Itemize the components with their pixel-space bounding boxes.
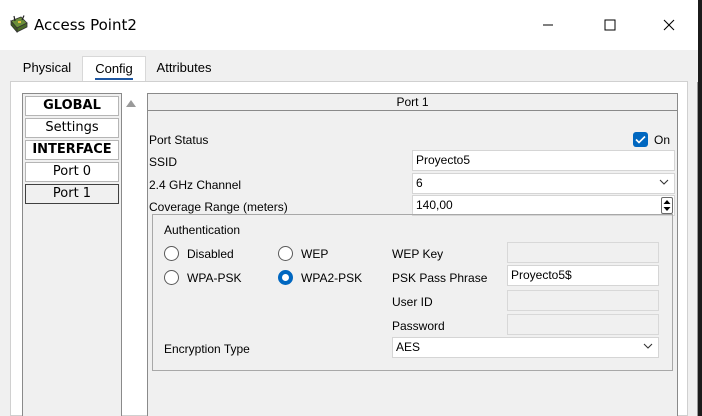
nav-item-settings[interactable]: Settings — [25, 118, 119, 138]
tab-physical-label: Physical — [22, 60, 72, 75]
maximize-button[interactable] — [595, 12, 625, 38]
checkmark-icon — [635, 135, 646, 144]
ssid-label: SSID — [149, 155, 178, 169]
nav-global-header: GLOBAL — [25, 96, 119, 116]
port-title: Port 1 — [148, 94, 677, 111]
user-id-label: User ID — [392, 295, 433, 309]
tab-physical[interactable]: Physical — [14, 56, 80, 82]
coverage-range-label: Coverage Range (meters) — [149, 200, 288, 214]
chevron-down-icon — [643, 343, 653, 349]
user-id-input[interactable] — [507, 290, 659, 311]
arrow-up-icon — [126, 100, 136, 107]
chevron-down-icon — [659, 179, 669, 185]
desktop-background-strip — [698, 0, 702, 416]
encryption-type-value: AES — [396, 340, 421, 354]
nav-scroll-up-arrow[interactable] — [125, 98, 137, 108]
nav-item-port-1[interactable]: Port 1 — [25, 184, 119, 204]
tab-config[interactable]: Config — [82, 56, 146, 82]
nav-item-port-0[interactable]: Port 0 — [25, 162, 119, 182]
radio-wpa-psk-label: WPA-PSK — [187, 271, 242, 285]
nav-interface-header: INTERFACE — [25, 140, 119, 160]
channel-label: 2.4 GHz Channel — [149, 178, 242, 192]
tab-attributes[interactable]: Attributes — [146, 56, 222, 82]
radio-wep-label: WEP — [301, 247, 329, 261]
spinner-control[interactable] — [661, 197, 673, 214]
encryption-type-label: Encryption Type — [164, 342, 250, 356]
minimize-button[interactable] — [533, 12, 563, 38]
authentication-group: Authentication Disabled WEP WPA-PSK WPA2… — [152, 214, 673, 371]
wep-key-label: WEP Key — [392, 247, 444, 261]
wep-key-input[interactable] — [507, 242, 659, 263]
ssid-input[interactable]: Proyecto5 — [412, 150, 675, 171]
radio-disabled-label: Disabled — [187, 247, 234, 261]
close-icon — [663, 19, 675, 31]
encryption-type-select[interactable]: AES — [392, 337, 659, 358]
config-nav: GLOBAL Settings INTERFACE Port 0 Port 1 — [22, 93, 122, 416]
spinner-arrows-icon — [663, 200, 671, 211]
radio-disabled[interactable] — [164, 246, 179, 261]
psk-pass-phrase-input[interactable]: Proyecto5$ — [507, 265, 659, 286]
authentication-title: Authentication — [164, 223, 241, 237]
password-label: Password — [392, 319, 445, 333]
port-settings-panel: Port 1 Port Status On SSID Proyecto5 2.4… — [147, 93, 678, 416]
access-point-icon — [9, 15, 29, 35]
channel-select-value: 6 — [416, 176, 423, 190]
tab-bar: Physical Config Attributes — [0, 50, 698, 82]
close-button[interactable] — [654, 12, 684, 38]
maximize-icon — [604, 19, 616, 31]
coverage-range-value: 140,00 — [416, 198, 453, 212]
password-input[interactable] — [507, 314, 659, 335]
port-status-checkbox[interactable] — [633, 132, 648, 147]
channel-select[interactable]: 6 — [412, 173, 675, 194]
port-status-label: Port Status — [149, 133, 209, 147]
tab-attributes-label: Attributes — [156, 60, 212, 75]
minimize-icon — [543, 24, 553, 26]
access-point-window: Access Point2 Physical Config Attributes… — [0, 0, 698, 416]
coverage-range-input[interactable]: 140,00 — [412, 195, 675, 216]
window-title: Access Point2 — [34, 16, 137, 34]
config-content: GLOBAL Settings INTERFACE Port 0 Port 1 … — [10, 81, 688, 416]
psk-pass-phrase-label: PSK Pass Phrase — [392, 271, 488, 285]
port-status-on-label: On — [654, 133, 671, 147]
radio-wpa2-psk[interactable] — [278, 270, 293, 285]
radio-wpa-psk[interactable] — [164, 270, 179, 285]
tab-config-label: Config — [95, 60, 133, 80]
radio-wep[interactable] — [278, 246, 293, 261]
radio-wpa2-psk-label: WPA2-PSK — [301, 271, 363, 285]
title-bar: Access Point2 — [0, 0, 698, 50]
